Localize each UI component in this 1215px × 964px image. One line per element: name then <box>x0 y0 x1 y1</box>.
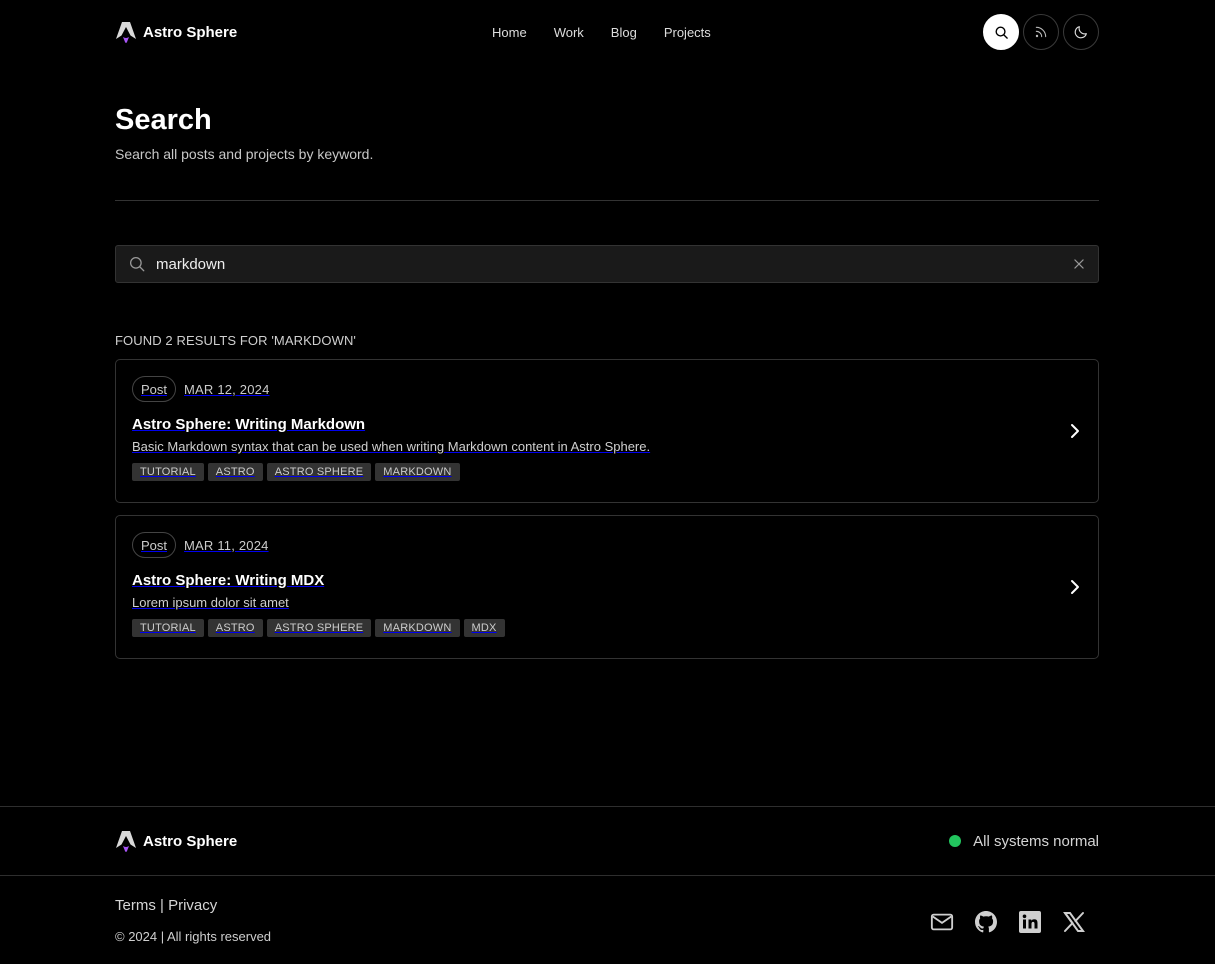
results-count: FOUND 2 RESULTS FOR 'MARKDOWN' <box>115 333 357 348</box>
rss-icon <box>1035 26 1047 38</box>
tag: ASTRO <box>207 619 263 637</box>
search-icon <box>995 26 1008 39</box>
brand-logo-link[interactable]: Astro Sphere <box>115 20 237 44</box>
result-card[interactable]: Post MAR 12, 2024 Astro Sphere: Writing … <box>115 359 1099 503</box>
x-icon <box>1063 912 1085 932</box>
search-button[interactable] <box>983 14 1019 50</box>
tag: ASTRO SPHERE <box>266 463 372 481</box>
rss-button[interactable] <box>1023 14 1059 50</box>
moon-icon <box>1074 26 1087 39</box>
astro-logo-icon <box>116 22 136 43</box>
tag: MDX <box>463 619 505 637</box>
github-link[interactable] <box>974 906 998 938</box>
privacy-link[interactable]: Privacy <box>168 897 217 914</box>
footer-divider <box>0 875 1215 876</box>
tag: TUTORIAL <box>132 463 204 481</box>
chevron-right-icon <box>1071 580 1079 594</box>
close-icon <box>1074 259 1084 269</box>
linkedin-link[interactable] <box>1018 906 1042 938</box>
type-badge: Post <box>132 376 177 402</box>
linkedin-icon <box>1019 911 1041 933</box>
brand-name: Astro Sphere <box>143 23 238 41</box>
tag: MARKDOWN <box>375 463 460 481</box>
post-date: MAR 12, 2024 <box>184 381 270 397</box>
footer-brand-link[interactable]: Astro Sphere <box>115 829 237 853</box>
tag: ASTRO <box>207 463 263 481</box>
terms-link[interactable]: Terms <box>115 897 156 914</box>
status-dot <box>949 835 962 847</box>
chevron-right-icon <box>1071 424 1079 438</box>
link-separator: | <box>160 897 164 914</box>
title-divider <box>115 200 1099 201</box>
main-nav: Home Work Blog Projects <box>492 0 711 64</box>
email-link[interactable] <box>930 906 954 938</box>
status-text: All systems normal <box>973 832 1099 850</box>
search-field <box>115 245 1099 283</box>
post-date: MAR 11, 2024 <box>184 537 269 553</box>
site-header: Astro Sphere Home Work Blog Projects <box>115 0 1099 64</box>
result-card[interactable]: Post MAR 11, 2024 Astro Sphere: Writing … <box>115 515 1099 659</box>
tag-list: TUTORIAL ASTRO ASTRO SPHERE MARKDOWN MDX <box>132 619 1082 637</box>
search-input[interactable] <box>156 255 1072 273</box>
social-links <box>930 906 1086 938</box>
nav-home[interactable]: Home <box>492 25 527 40</box>
page-subtitle: Search all posts and projects by keyword… <box>115 146 374 162</box>
nav-blog[interactable]: Blog <box>611 25 637 40</box>
post-description: Basic Markdown syntax that can be used w… <box>132 439 651 454</box>
post-title: Astro Sphere: Writing MDX <box>132 572 325 589</box>
header-actions <box>983 14 1099 50</box>
mail-icon <box>930 913 954 931</box>
page-title: Search <box>115 104 212 136</box>
post-description: Lorem ipsum dolor sit amet <box>132 595 289 610</box>
astro-logo-icon <box>116 831 136 852</box>
tag: ASTRO SPHERE <box>266 619 372 637</box>
theme-toggle-button[interactable] <box>1063 14 1099 50</box>
nav-projects[interactable]: Projects <box>664 25 711 40</box>
post-title: Astro Sphere: Writing Markdown <box>132 416 366 433</box>
page-header: Search Search all posts and projects by … <box>115 104 1099 162</box>
footer-brand-name: Astro Sphere <box>143 832 238 850</box>
tag-list: TUTORIAL ASTRO ASTRO SPHERE MARKDOWN <box>132 463 1082 481</box>
nav-work[interactable]: Work <box>554 25 584 40</box>
search-icon <box>129 256 145 272</box>
footer-top: Astro Sphere All systems normal <box>115 807 1099 875</box>
clear-search-button[interactable] <box>1072 257 1086 271</box>
github-icon <box>975 911 997 933</box>
tag: TUTORIAL <box>132 619 204 637</box>
type-badge: Post <box>132 532 177 558</box>
system-status: All systems normal <box>949 833 1099 850</box>
x-link[interactable] <box>1062 906 1086 938</box>
tag: MARKDOWN <box>375 619 460 637</box>
